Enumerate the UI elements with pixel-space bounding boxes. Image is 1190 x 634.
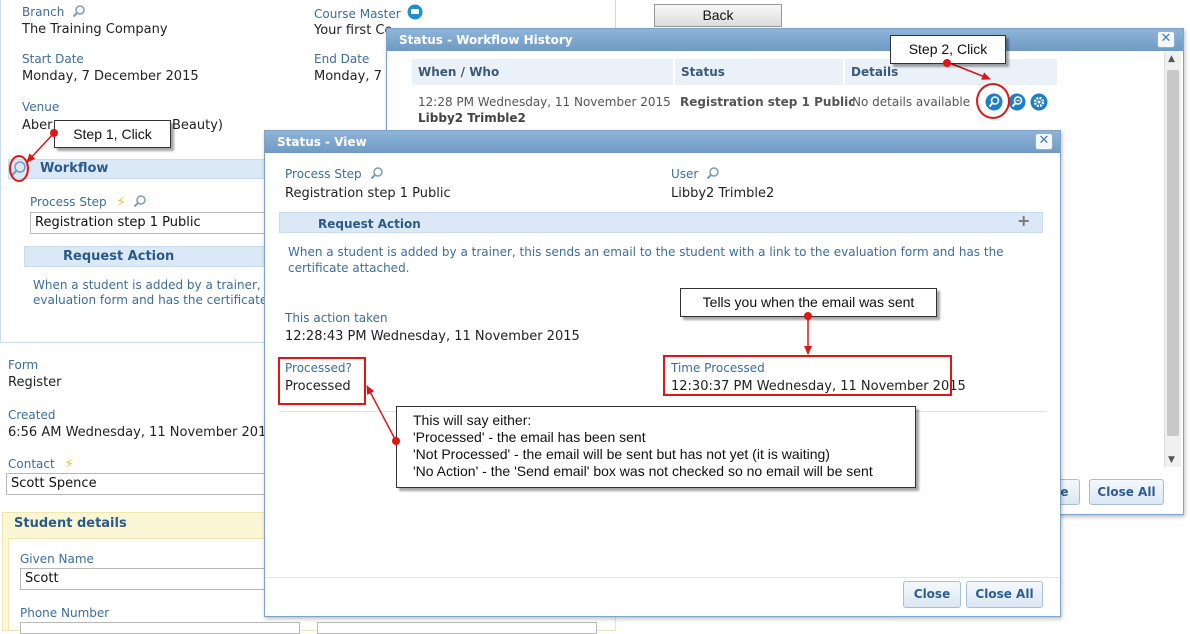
phone-extra-field[interactable] xyxy=(317,622,597,634)
created-value: 6:56 AM Wednesday, 11 November 2015 xyxy=(8,425,275,440)
view-user-label: User xyxy=(671,166,720,181)
phone-number-label: Phone Number xyxy=(20,606,110,620)
view-user-value: Libby2 Trimble2 xyxy=(671,186,775,201)
lightning-icon: ⚡ xyxy=(116,195,126,210)
given-name-label: Given Name xyxy=(20,552,94,566)
callout-line: 'Processed' - the email has been sent xyxy=(413,429,646,445)
email-anchor-dot xyxy=(804,312,812,320)
branch-value: The Training Company xyxy=(22,22,168,37)
view-request-action-text: When a student is added by a trainer, th… xyxy=(288,245,1004,275)
form-label: Form xyxy=(8,358,39,372)
history-close-all-button[interactable]: Close All xyxy=(1089,479,1164,505)
history-status: Registration step 1 Public xyxy=(680,95,856,109)
callout-line: 'No Action' - the 'Send email' box was n… xyxy=(413,463,873,479)
course-master-value: Your first Co xyxy=(314,23,393,38)
lightning-icon: ⚡ xyxy=(64,457,74,472)
venue-value-right: Beauty) xyxy=(172,118,223,133)
venue-value-left: Aber xyxy=(22,118,53,133)
step2-anchor-dot xyxy=(943,59,951,67)
view-request-action-header: Request Action xyxy=(279,212,1043,233)
view-close-button[interactable]: Close xyxy=(903,581,961,608)
search-icon[interactable] xyxy=(706,166,720,180)
status-view-title: Status - View xyxy=(265,131,1060,153)
col-status: Status xyxy=(675,59,843,85)
request-action-header: Request Action xyxy=(24,246,268,267)
callout-step1: Step 1, Click xyxy=(54,120,171,148)
search-icon[interactable] xyxy=(370,166,384,180)
student-details-title: Student details xyxy=(14,516,127,531)
form-value: Register xyxy=(8,375,62,390)
step1-anchor-dot xyxy=(50,129,58,137)
process-step-label: Process Step ⚡ xyxy=(30,194,147,210)
search-icon[interactable] xyxy=(72,4,86,18)
view-close-all-button[interactable]: Close All xyxy=(966,581,1043,608)
history-when: 12:28 PM Wednesday, 11 November 2015 xyxy=(418,95,671,109)
contact-label: Contact ⚡ xyxy=(8,457,74,472)
contact-field[interactable]: Scott Spence xyxy=(6,473,268,495)
callout-processed-info: This will say either: 'Processed' - the … xyxy=(396,406,916,488)
history-close-icon[interactable]: ✕ xyxy=(1157,31,1175,48)
request-action-text-2: evaluation form and has the certificate … xyxy=(33,293,288,307)
expand-plus-icon[interactable]: + xyxy=(1017,211,1030,230)
phone-number-field[interactable] xyxy=(20,622,300,634)
zoom-detail-icon[interactable] xyxy=(1008,93,1026,111)
time-processed-highlight-box xyxy=(663,355,952,396)
view-process-step-value: Registration step 1 Public xyxy=(285,186,451,201)
given-name-field[interactable]: Scott xyxy=(20,568,270,590)
action-taken-value: 12:28:43 PM Wednesday, 11 November 2015 xyxy=(285,329,580,344)
processed-highlight-box xyxy=(278,357,366,405)
callout-line: This will say either: xyxy=(413,412,532,428)
workflow-history-title: Status - Workflow History xyxy=(387,29,1183,51)
workflow-title: Workflow xyxy=(40,161,109,176)
start-date-label: Start Date xyxy=(22,52,84,66)
course-master-label: Course Master xyxy=(314,4,423,21)
processed-anchor-dot xyxy=(392,437,400,445)
action-taken-label: This action taken xyxy=(285,311,388,325)
created-label: Created xyxy=(8,408,56,422)
back-button[interactable]: Back xyxy=(654,4,782,27)
step2-highlight-ellipse xyxy=(976,83,1010,119)
col-when-who: When / Who xyxy=(412,59,673,85)
process-step-field[interactable]: Registration step 1 Public xyxy=(30,212,270,234)
view-process-step-label: Process Step xyxy=(285,166,384,181)
view-close-icon[interactable]: ✕ xyxy=(1035,133,1053,150)
settings-gear-icon[interactable] xyxy=(1030,93,1048,111)
callout-line: 'Not Processed' - the email will be sent… xyxy=(413,446,830,462)
branch-label: Branch xyxy=(22,4,86,19)
course-link-icon[interactable] xyxy=(407,4,423,20)
request-action-text-1: When a student is added by a trainer, th… xyxy=(33,278,287,292)
end-date-value: Monday, 7 D xyxy=(314,69,396,84)
start-date-value: Monday, 7 December 2015 xyxy=(22,69,199,84)
history-who: Libby2 Trimble2 xyxy=(418,111,526,125)
end-date-label: End Date xyxy=(314,52,370,66)
history-details: No details available xyxy=(852,95,971,109)
zoom-icon[interactable] xyxy=(133,194,147,208)
history-scrollbar[interactable]: ▲ ▼ xyxy=(1164,52,1181,467)
footer-divider xyxy=(265,577,1060,578)
venue-label: Venue xyxy=(22,100,60,114)
step1-highlight-ellipse xyxy=(9,155,29,182)
